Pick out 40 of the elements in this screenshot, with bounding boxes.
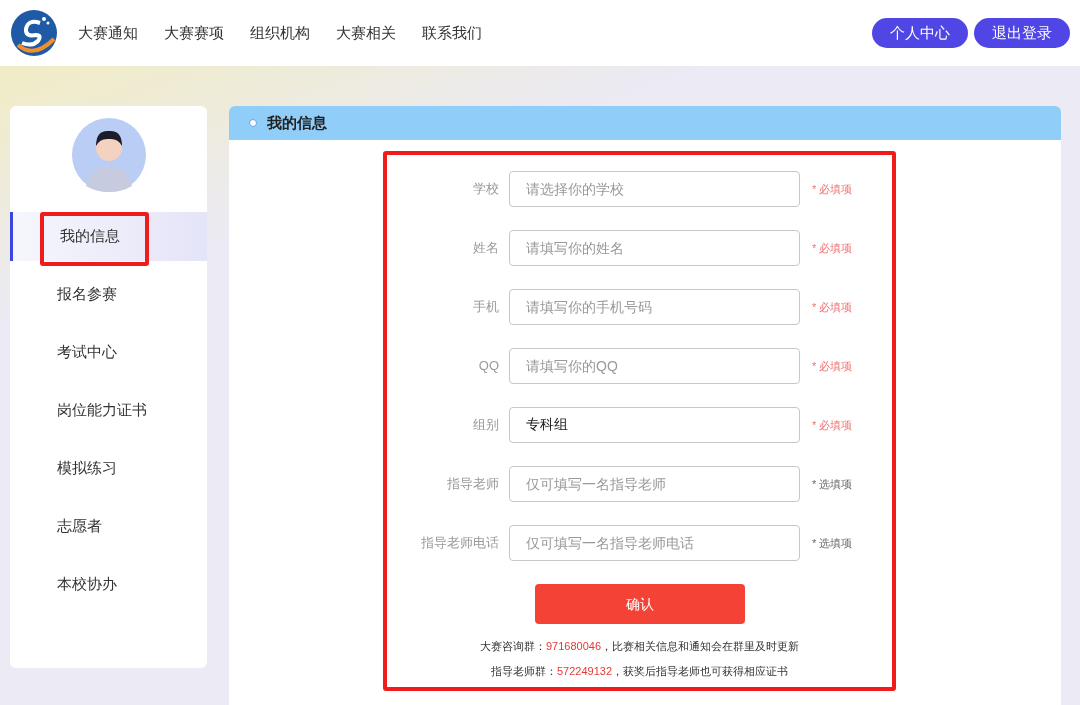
field-label: 指导老师 bbox=[446, 475, 500, 494]
input-field[interactable]: 请选择你的学校 bbox=[509, 171, 800, 207]
logo-icon bbox=[10, 9, 58, 57]
field-label: 学校 bbox=[472, 180, 500, 199]
field-label: 组别 bbox=[472, 416, 500, 435]
required-note: * 必填项 bbox=[811, 299, 854, 315]
panel-title: 我的信息 bbox=[267, 112, 327, 133]
nav-link[interactable]: 组织机构 bbox=[250, 21, 310, 45]
nav-link[interactable]: 联系我们 bbox=[422, 21, 482, 45]
input-field[interactable]: 仅可填写一名指导老师 bbox=[509, 466, 800, 502]
field-label: 姓名 bbox=[472, 239, 500, 258]
sidebar-item[interactable]: 模拟练习 bbox=[10, 444, 207, 493]
input-field[interactable]: 请填写你的QQ bbox=[509, 348, 800, 384]
sidebar-item[interactable]: 报名参赛 bbox=[10, 270, 207, 319]
required-note: * 必填项 bbox=[811, 358, 854, 374]
field-label: 指导老师电话 bbox=[420, 534, 500, 553]
confirm-button[interactable]: 确认 bbox=[534, 584, 745, 624]
sidebar-item[interactable]: 考试中心 bbox=[10, 328, 207, 377]
sidebar-item[interactable]: 本校协办 bbox=[10, 560, 207, 609]
nav-link[interactable]: 大赛通知 bbox=[78, 21, 138, 45]
nav-link[interactable]: 大赛赛项 bbox=[164, 21, 224, 45]
nav-link[interactable]: 大赛相关 bbox=[336, 21, 396, 45]
input-field[interactable]: 请填写你的姓名 bbox=[509, 230, 800, 266]
input-field[interactable]: 专科组 bbox=[509, 407, 800, 443]
header-button[interactable]: 退出登录 bbox=[974, 18, 1070, 48]
field-label: QQ bbox=[477, 357, 500, 376]
required-note: * 必填项 bbox=[811, 181, 854, 197]
sidebar-item[interactable]: 志愿者 bbox=[10, 502, 207, 551]
input-field[interactable]: 仅可填写一名指导老师电话 bbox=[509, 525, 800, 561]
header-button[interactable]: 个人中心 bbox=[872, 18, 968, 48]
info-text: 大赛咨询群：971680046，比赛相关信息和通知会在群里及时更新 bbox=[479, 639, 800, 654]
required-note: * 必填项 bbox=[811, 240, 854, 256]
info-text: 指导老师群：572249132，获奖后指导老师也可获得相应证书 bbox=[490, 663, 789, 679]
input-field[interactable]: 请填写你的手机号码 bbox=[509, 289, 800, 325]
sidebar-item[interactable]: 岗位能力证书 bbox=[10, 386, 207, 435]
avatar-icon bbox=[71, 118, 146, 192]
field-label: 手机 bbox=[472, 298, 500, 317]
required-note: * 必填项 bbox=[811, 417, 854, 433]
optional-note: * 选填项 bbox=[811, 535, 854, 551]
optional-note: * 选填项 bbox=[811, 476, 854, 492]
